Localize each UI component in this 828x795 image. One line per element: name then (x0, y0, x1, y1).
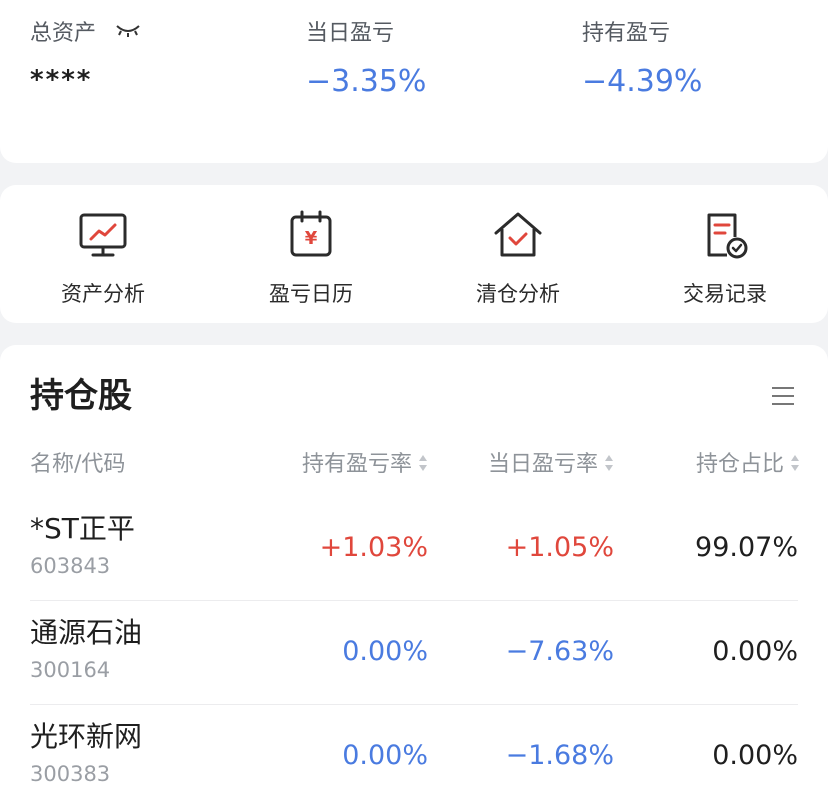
daily-pnl-label: 当日盈亏 (306, 21, 395, 46)
stock-code: 300164 (30, 658, 111, 682)
sort-icon (419, 455, 427, 471)
column-header-daily-rate[interactable]: 当日盈亏率 (488, 451, 614, 479)
stock-code: 603843 (30, 554, 111, 578)
trade-records-button[interactable]: 交易记录 (655, 207, 795, 307)
holding-rate-value: 0.00% (342, 636, 428, 667)
asset-summary-card: 总资产 **** 当日盈亏 −3.35% 持有盈亏 −4.39% (0, 0, 828, 163)
stock-name: *ST正平 (30, 512, 135, 545)
holding-row[interactable]: 通源石油 300164 0.00% −7.63% 0.00% (0, 601, 828, 705)
total-assets-block: 总资产 **** (30, 20, 141, 100)
holding-rate-value: 0.00% (342, 740, 428, 771)
holdings-title: 持仓股 (30, 376, 132, 416)
sort-icon (791, 455, 799, 471)
daily-rate-value: −7.63% (505, 636, 614, 667)
position-ratio-value: 0.00% (712, 740, 798, 771)
pnl-calendar-label: 盈亏日历 (269, 282, 353, 306)
daily-pnl-value: −3.35% (306, 64, 427, 99)
clearance-analysis-label: 清仓分析 (476, 282, 560, 306)
daily-rate-value: −1.68% (505, 740, 614, 771)
document-check-icon (707, 213, 748, 259)
sort-icon (605, 455, 613, 471)
calendar-yen-icon: ¥ (290, 210, 332, 257)
total-assets-label-row: 总资产 (30, 20, 141, 48)
holding-pnl-label: 持有盈亏 (582, 21, 671, 46)
column-header-holding-rate[interactable]: 持有盈亏率 (302, 451, 428, 479)
column-header-name: 名称/代码 (30, 452, 126, 477)
daily-rate-value: +1.05% (505, 532, 614, 563)
holding-rate-value: +1.03% (319, 532, 428, 563)
trade-records-label: 交易记录 (683, 282, 767, 306)
asset-analysis-button[interactable]: 资产分析 (33, 207, 173, 307)
quick-actions-card: 资产分析 ¥ 盈亏日历 清仓分析 交易记录 (0, 185, 828, 323)
svg-text:¥: ¥ (305, 228, 318, 249)
holding-pnl-block: 持有盈亏 −4.39% (582, 20, 702, 102)
stock-code: 300383 (30, 762, 111, 786)
menu-icon[interactable] (770, 385, 796, 407)
stock-name: 光环新网 (30, 720, 143, 753)
daily-rate-header-label: 当日盈亏率 (487, 452, 598, 477)
total-assets-value: **** (30, 65, 93, 95)
house-check-icon (494, 212, 542, 257)
holding-row[interactable]: *ST正平 603843 +1.03% +1.05% 99.07% (0, 497, 828, 601)
holding-rate-header-label: 持有盈亏率 (301, 452, 412, 477)
position-ratio-value: 0.00% (712, 636, 798, 667)
column-header-ratio[interactable]: 持仓占比 (696, 451, 800, 479)
holding-row[interactable]: 光环新网 300383 0.00% −1.68% 0.00% (0, 705, 828, 795)
daily-pnl-block: 当日盈亏 −3.35% (306, 20, 426, 102)
holdings-card: 持仓股 名称/代码 持有盈亏率 当日盈亏率 持仓占比 *ST正平 603843 … (0, 345, 828, 795)
ratio-header-label: 持仓占比 (695, 452, 784, 477)
holding-pnl-value: −4.39% (582, 64, 703, 99)
total-assets-label: 总资产 (30, 21, 97, 46)
asset-analysis-label: 资产分析 (61, 282, 145, 306)
position-ratio-value: 99.07% (695, 532, 798, 563)
pnl-calendar-button[interactable]: ¥ 盈亏日历 (241, 207, 381, 307)
eye-closed-icon[interactable] (115, 18, 141, 46)
clearance-analysis-button[interactable]: 清仓分析 (448, 207, 588, 307)
stock-name: 通源石油 (30, 616, 143, 649)
monitor-chart-icon (79, 213, 127, 257)
